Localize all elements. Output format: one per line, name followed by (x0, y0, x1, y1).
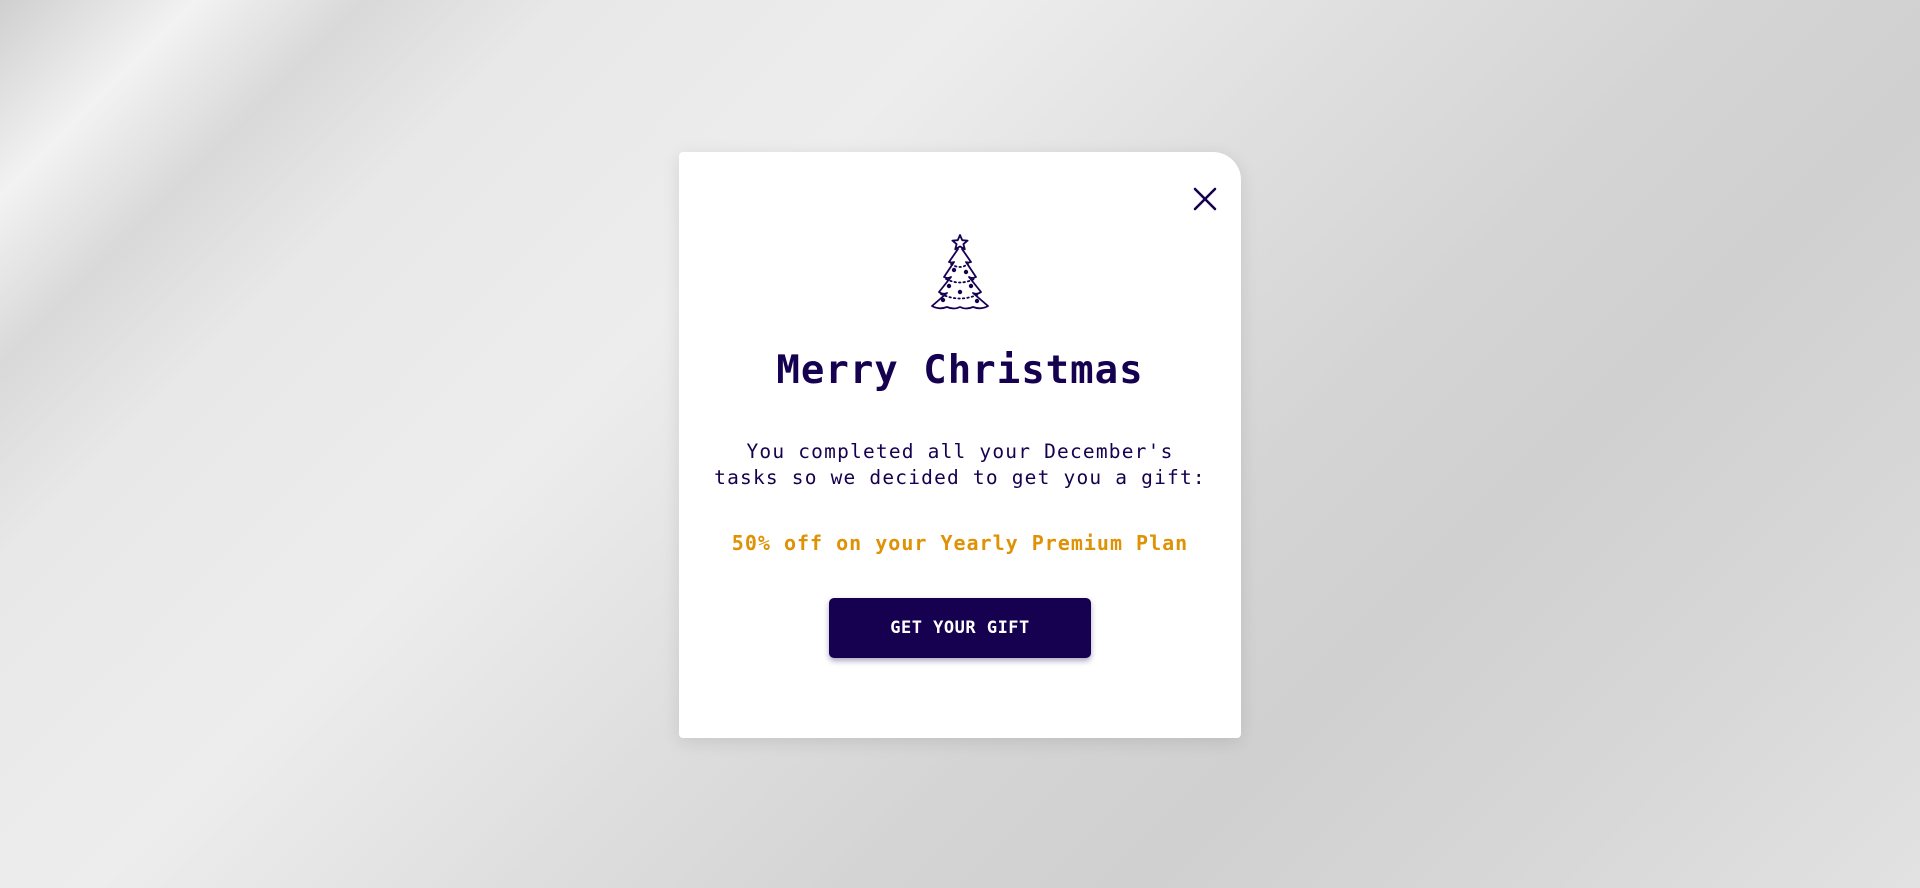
close-icon[interactable] (1193, 187, 1217, 211)
modal-message: You completed all your December's tasks … (714, 440, 1206, 489)
gift-modal: Merry Christmas You completed all your D… (679, 152, 1241, 738)
christmas-tree-icon (931, 234, 989, 310)
close-button[interactable] (1188, 182, 1222, 216)
offer-text: 50% off on your Yearly Premium Plan (731, 531, 1189, 555)
get-gift-button[interactable]: GET YOUR GIFT (829, 598, 1091, 658)
modal-title: Merry Christmas (776, 348, 1144, 393)
